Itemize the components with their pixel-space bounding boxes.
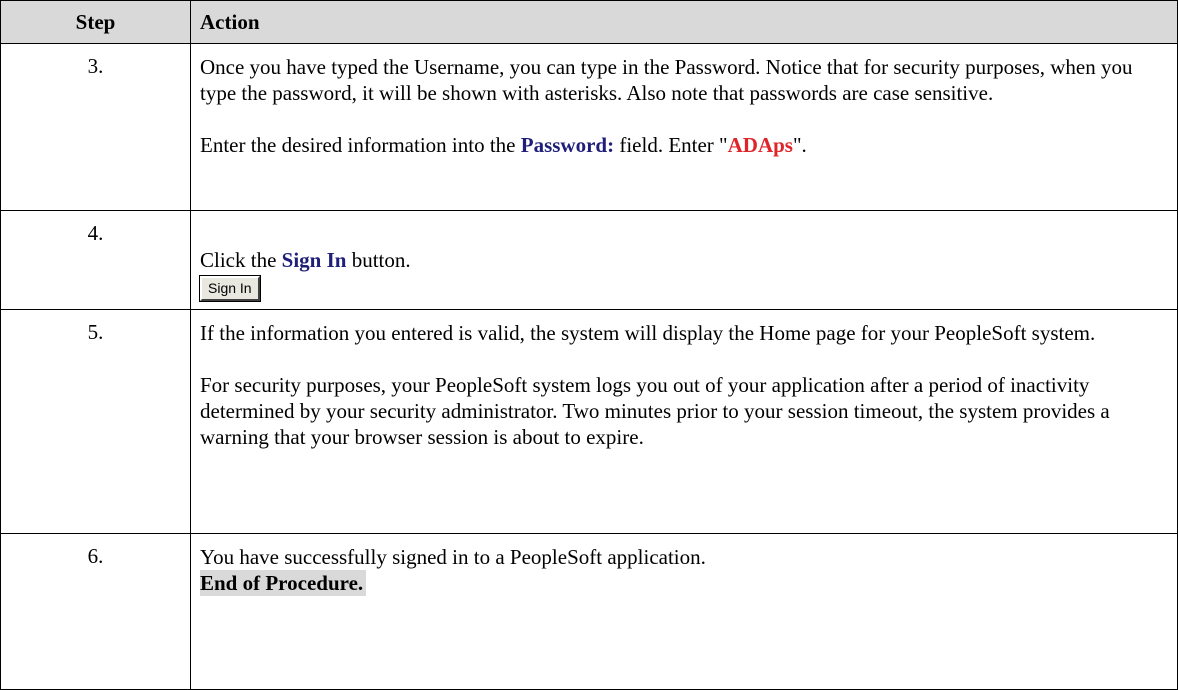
step-action: You have successfully signed in to a Peo… bbox=[190, 533, 1178, 690]
step-description: If the information you entered is valid,… bbox=[200, 321, 1096, 345]
step-note: For security purposes, your PeopleSoft s… bbox=[200, 373, 1110, 449]
step-action: Once you have typed the Username, you ca… bbox=[190, 43, 1178, 211]
table-row-step-4: 4. Click the Sign In button. Sign In bbox=[0, 210, 1178, 310]
table-row-step-3: 3. Once you have typed the Username, you… bbox=[0, 43, 1178, 211]
procedure-steps-table: Step Action 3. Once you have typed the U… bbox=[0, 0, 1178, 690]
sign-in-button[interactable]: Sign In bbox=[199, 275, 261, 302]
table-header-row: Step Action bbox=[0, 0, 1178, 44]
step-description: You have successfully signed in to a Peo… bbox=[200, 545, 706, 569]
step-number: 5. bbox=[0, 309, 191, 534]
action-column-header: Action bbox=[190, 0, 1178, 44]
step-instruction: Enter the desired information into the P… bbox=[200, 133, 807, 157]
step-number: 3. bbox=[0, 43, 191, 211]
step-column-header: Step bbox=[0, 0, 191, 44]
table-row-step-5: 5. If the information you entered is val… bbox=[0, 309, 1178, 534]
step-action: If the information you entered is valid,… bbox=[190, 309, 1178, 534]
entry-value: ADAps bbox=[727, 133, 793, 157]
step-number: 4. bbox=[0, 210, 191, 310]
step-description: Once you have typed the Username, you ca… bbox=[200, 55, 1133, 105]
button-name: Sign In bbox=[281, 248, 347, 272]
step-action: Click the Sign In button. Sign In bbox=[190, 210, 1178, 310]
table-row-step-6: 6. You have successfully signed in to a … bbox=[0, 533, 1178, 690]
step-instruction: Click the Sign In button. bbox=[200, 248, 411, 272]
field-name: Password: bbox=[520, 133, 615, 157]
step-number: 6. bbox=[0, 533, 191, 690]
end-of-procedure: End of Procedure. bbox=[200, 570, 367, 596]
